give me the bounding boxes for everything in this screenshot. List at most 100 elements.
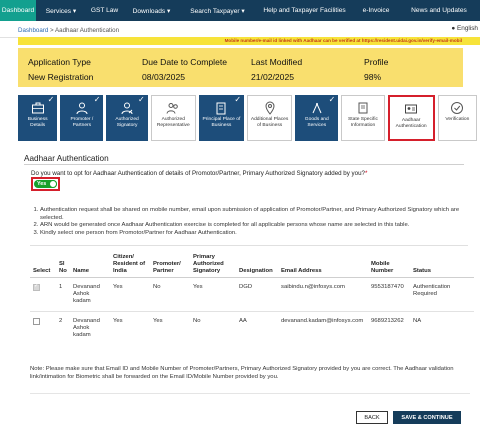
toggle-label: Yes xyxy=(37,181,47,187)
tab-verification[interactable]: Verification xyxy=(437,95,477,141)
nav-search-taxpayer[interactable]: Search Taxpayer ▾ xyxy=(180,0,255,21)
last-modified-value: 21/02/2025 xyxy=(251,72,295,82)
tab-goods-services[interactable]: Goods and Services ✓ xyxy=(295,95,339,141)
check-circle-icon xyxy=(451,102,464,114)
citizen-cell: Yes xyxy=(110,277,150,312)
promoter-cell: No xyxy=(150,277,190,312)
document-icon xyxy=(358,102,368,114)
language-selector[interactable]: ● English xyxy=(451,25,478,32)
col-primary-signatory: Primary Authorized Signatory xyxy=(190,252,236,278)
status-cell: Authentication Required xyxy=(410,277,474,312)
completed-check-icon: ✓ xyxy=(328,95,336,104)
person-icon xyxy=(76,102,88,115)
nav-gst-law[interactable]: GST Law xyxy=(86,0,123,21)
select-checkbox[interactable] xyxy=(33,318,40,325)
primary-cell: No xyxy=(193,318,201,324)
tab-additional-places[interactable]: Additional Places of Business xyxy=(247,95,293,141)
col-email: Email Address xyxy=(278,252,368,278)
nav-einvoice[interactable]: e-Invoice xyxy=(354,0,398,21)
col-mobile: Mobile Number xyxy=(368,252,410,278)
aadhaar-toggle-highlight: Yes xyxy=(31,177,60,191)
nav-services[interactable]: Services ▾ xyxy=(36,0,86,21)
tab-promoter-partners[interactable]: Promoter / Partners ✓ xyxy=(60,95,104,141)
location-icon xyxy=(265,101,275,115)
breadcrumb: Dashboard > Aadhaar Authentication xyxy=(18,27,119,34)
application-summary: Application Type New Registration Due Da… xyxy=(18,48,463,87)
due-date-label: Due Date to Complete xyxy=(142,57,228,67)
col-designation: Designation xyxy=(236,252,278,278)
globe-icon: ● xyxy=(451,25,456,32)
select-checkbox[interactable] xyxy=(33,283,40,291)
nav-downloads[interactable]: Downloads ▾ xyxy=(123,0,180,21)
people-icon xyxy=(166,103,179,114)
designation-cell: AA xyxy=(239,318,247,324)
col-promoter: Promoter/ Partner xyxy=(150,252,190,278)
tab-principal-place[interactable]: Principal Place of Business ✓ xyxy=(198,95,245,141)
goods-icon xyxy=(312,102,322,114)
aadhaar-question: Do you want to opt for Aadhaar Authentic… xyxy=(31,170,367,177)
col-status: Status xyxy=(410,252,474,278)
question-text: Do you want to opt for Aadhaar Authentic… xyxy=(31,170,365,177)
profile-value: 98% xyxy=(364,72,382,82)
tab-business-details[interactable]: Business Details ✓ xyxy=(18,95,58,141)
registration-steps: Business Details ✓ Promoter / Partners ✓… xyxy=(18,95,480,141)
mobile-cell: 9553187470 xyxy=(368,277,410,312)
step-label: Goods and Services xyxy=(304,117,329,128)
breadcrumb-row: Dashboard > Aadhaar Authentication ● Eng… xyxy=(0,21,480,38)
status-cell: NA xyxy=(413,318,422,324)
briefcase-icon xyxy=(31,102,44,114)
table-header-row: Select Sl No Name Citizen/ Resident of I… xyxy=(30,252,474,278)
select-cell xyxy=(30,312,56,346)
aadhaar-toggle[interactable]: Yes xyxy=(34,180,57,188)
tab-state-specific[interactable]: State Specific Information xyxy=(341,95,385,141)
name-cell: Devanand Ashok kadam xyxy=(70,277,110,312)
col-select: Select xyxy=(30,252,56,278)
breadcrumb-current: Aadhaar Authentication xyxy=(55,27,120,34)
completed-check-icon: ✓ xyxy=(138,95,145,104)
step-label: Authorized Representative xyxy=(156,117,190,128)
name-cell: Devanand Ashok kadam xyxy=(73,318,100,338)
step-label: Verification xyxy=(445,117,470,122)
step-label: Additional Places of Business xyxy=(250,117,289,128)
instruction-item: ARN would be generated once Aadhaar Auth… xyxy=(40,222,468,230)
required-marker: * xyxy=(364,170,368,177)
select-cell xyxy=(30,277,56,312)
step-label: Aadhaar Authentication xyxy=(395,118,427,129)
back-button[interactable]: BACK xyxy=(356,411,388,424)
persons-table: Select Sl No Name Citizen/ Resident of I… xyxy=(30,252,474,345)
instructions-list: Authentication request shall be shared o… xyxy=(30,207,468,237)
nav-help[interactable]: Help and Taxpayer Facilities xyxy=(255,0,354,21)
breadcrumb-separator: > xyxy=(50,27,54,34)
nav-news[interactable]: News and Updates xyxy=(398,0,480,21)
col-name: Name xyxy=(70,252,110,278)
col-citizen: Citizen/ Resident of India xyxy=(110,252,150,278)
designation-cell: DGD xyxy=(236,277,278,312)
divider xyxy=(30,393,470,394)
application-type-label: Application Type xyxy=(28,57,91,67)
divider xyxy=(30,245,468,246)
language-label: English xyxy=(457,25,478,32)
nav-dashboard[interactable]: Dashboard xyxy=(0,0,36,21)
last-modified-label: Last Modified xyxy=(251,57,303,67)
col-sl-no: Sl No xyxy=(56,252,70,278)
signatory-icon xyxy=(121,102,133,115)
tab-authorized-representative[interactable]: Authorized Representative xyxy=(150,95,196,141)
table-row: 2 Devanand Ashok kadam Yes Yes No AA dev… xyxy=(30,312,474,346)
tab-authorized-signatory[interactable]: Authorized Signatory ✓ xyxy=(106,95,148,141)
save-continue-button[interactable]: SAVE & CONTINUE xyxy=(393,411,461,424)
application-type-value: New Registration xyxy=(28,72,94,82)
sl-cell: 1 xyxy=(56,277,70,312)
step-label: Business Details xyxy=(27,117,48,128)
breadcrumb-home[interactable]: Dashboard xyxy=(18,27,48,34)
aadhaar-alert-banner: Mobile number/e-mail id linked with Aadh… xyxy=(18,37,480,45)
table-row: 1 Devanand Ashok kadam Yes No Yes DGD sa… xyxy=(30,277,474,312)
top-nav: Dashboard Services ▾ GST Law Downloads ▾… xyxy=(0,0,480,21)
id-card-icon xyxy=(405,104,418,114)
promoter-cell: Yes xyxy=(153,318,163,324)
mobile-cell: 9689213262 xyxy=(371,318,404,324)
tab-aadhaar-authentication[interactable]: Aadhaar Authentication xyxy=(387,95,435,141)
step-label: Principal Place of Business xyxy=(202,117,241,128)
divider xyxy=(24,164,464,165)
sl-cell: 2 xyxy=(59,318,63,324)
completed-check-icon: ✓ xyxy=(93,95,101,104)
